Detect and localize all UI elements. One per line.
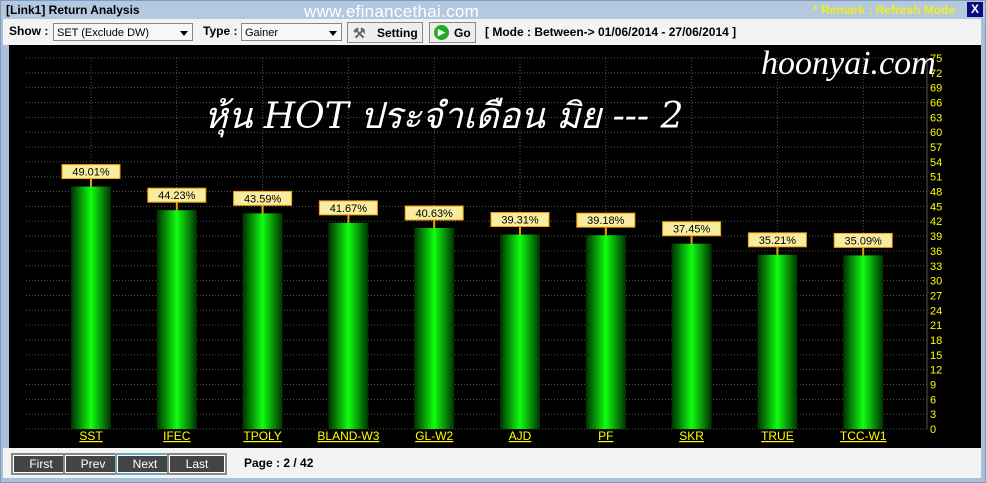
x-tick-label[interactable]: GL-W2 (415, 429, 453, 443)
go-button[interactable]: ▶ Go (429, 22, 476, 43)
y-tick-label: 69 (930, 83, 942, 95)
data-label: 43.59% (244, 193, 282, 205)
show-label: Show : (9, 24, 49, 38)
y-tick-label: 21 (930, 320, 942, 332)
y-tick-label: 66 (930, 98, 942, 110)
y-tick-label: 57 (930, 142, 942, 154)
x-tick-label[interactable]: SKR (679, 429, 704, 443)
y-tick-label: 24 (930, 305, 942, 317)
setting-button[interactable]: ⚒ Setting (347, 22, 423, 43)
bar (71, 186, 111, 429)
bar (671, 243, 712, 429)
toolbar: Show : SET (Exclude DW) Type : Gainer ⚒ S… (3, 19, 981, 45)
data-label: 35.09% (845, 235, 883, 247)
y-tick-label: 60 (930, 127, 942, 139)
show-value: SET (Exclude DW) (57, 27, 150, 39)
chevron-down-icon (180, 31, 188, 36)
y-tick-label: 27 (930, 290, 942, 302)
bar (242, 213, 283, 429)
x-tick-label[interactable]: IFEC (163, 429, 191, 443)
type-value: Gainer (245, 27, 279, 39)
x-tick-label[interactable]: TRUE (761, 429, 794, 443)
x-tick-label[interactable]: PF (598, 429, 613, 443)
bar (585, 235, 626, 429)
y-tick-label: 51 (930, 172, 942, 184)
y-tick-label: 18 (930, 335, 942, 347)
y-tick-label: 33 (930, 261, 942, 273)
data-label: 39.18% (587, 215, 625, 227)
x-tick-label[interactable]: TPOLY (243, 429, 281, 443)
y-tick-label: 54 (930, 157, 942, 169)
tools-icon: ⚒ (353, 25, 366, 41)
data-label: 35.21% (759, 235, 797, 247)
y-tick-label: 42 (930, 216, 942, 228)
chevron-down-icon (329, 31, 337, 36)
bar (414, 228, 455, 429)
data-label: 39.31% (501, 215, 539, 227)
x-tick-label[interactable]: BLAND-W3 (317, 429, 379, 443)
y-tick-label: 0 (930, 424, 936, 436)
remark-text: * Remark : Refresh Mode (813, 3, 956, 17)
mode-text: [ Mode : Between-> 01/06/2014 - 27/06/20… (485, 25, 737, 39)
y-tick-label: 3 (930, 409, 936, 421)
bar (500, 234, 540, 429)
y-tick-label: 48 (930, 187, 942, 199)
type-label: Type : (203, 24, 238, 38)
next-button[interactable]: Next (115, 453, 175, 475)
y-tick-label: 39 (930, 231, 942, 243)
y-tick-label: 30 (930, 276, 942, 288)
bar (156, 210, 197, 429)
y-tick-label: 15 (930, 350, 942, 362)
play-icon: ▶ (434, 25, 449, 40)
data-label: 37.45% (673, 224, 711, 236)
last-button[interactable]: Last (167, 453, 227, 475)
chart: 0 3 6 9 12 15 18 21 24 27 30 33 36 39 42 45 48 51 54 57 60 63… (9, 45, 981, 448)
y-tick-label: 63 (930, 112, 942, 124)
first-button[interactable]: First (11, 453, 71, 475)
data-label: 41.67% (330, 203, 368, 215)
data-label: 44.23% (158, 190, 196, 202)
title-bar: [Link1] Return Analysis www.efinancethai… (1, 1, 985, 21)
setting-label: Setting (377, 26, 418, 40)
go-label: Go (454, 26, 471, 40)
data-label: 49.01% (72, 167, 110, 179)
y-tick-label: 45 (930, 201, 942, 213)
bar (843, 255, 884, 429)
x-tick-label[interactable]: TCC-W1 (840, 429, 887, 443)
y-tick-label: 36 (930, 246, 942, 258)
x-tick-label[interactable]: SST (79, 429, 103, 443)
data-label: 40.63% (416, 208, 454, 220)
site-overlay: hoonyai.com (761, 45, 936, 82)
headline-overlay: หุ้น HOT ประจำเดือน มิย --- 2 (204, 96, 684, 137)
page-indicator: Page : 2 / 42 (244, 456, 314, 470)
window: [Link1] Return Analysis www.efinancethai… (0, 0, 986, 483)
type-select[interactable]: Gainer (241, 23, 342, 41)
y-tick-label: 6 (930, 394, 936, 406)
x-tick-label[interactable]: AJD (509, 429, 532, 443)
show-select[interactable]: SET (Exclude DW) (53, 23, 193, 41)
bar (757, 254, 798, 429)
window-title: [Link1] Return Analysis (6, 3, 140, 17)
close-button[interactable]: X (967, 2, 983, 17)
y-tick-label: 12 (930, 365, 942, 377)
prev-button[interactable]: Prev (63, 453, 123, 475)
bar (328, 222, 369, 429)
y-tick-label: 9 (930, 379, 936, 391)
pager: First Prev Next Last Page : 2 / 42 (3, 448, 981, 478)
